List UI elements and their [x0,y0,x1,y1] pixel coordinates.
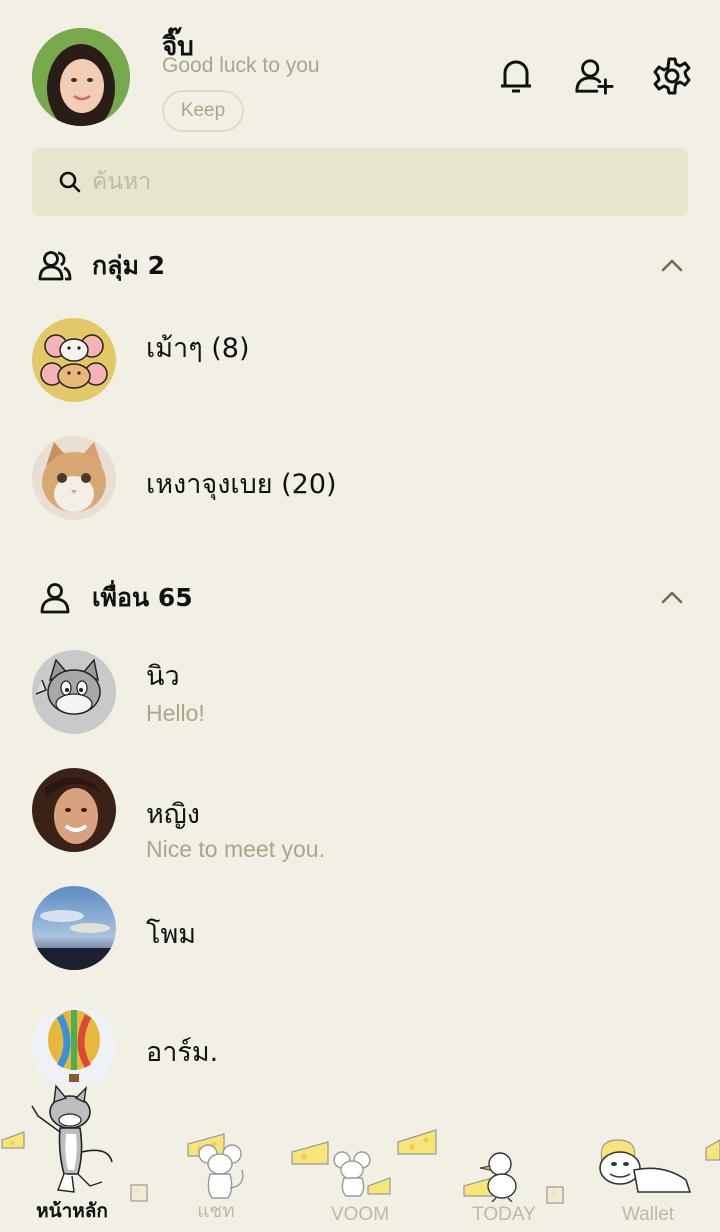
settings-icon[interactable] [652,56,692,96]
friend-avatar [32,768,116,852]
duck-character [463,1152,517,1202]
groups-title: กลุ่ม 2 [92,251,166,280]
bell-icon[interactable] [496,56,536,96]
nav-voom[interactable]: VOOM [288,1204,432,1226]
nav-wallet[interactable]: Wallet [576,1204,720,1226]
bottom-navigation: หน้าหลัก แชท VOOM TODAY Wallet [0,1084,720,1232]
friend-row-pom[interactable]: โพม [32,886,688,982]
cheese-decoration [705,1139,720,1161]
keep-button[interactable]: Keep [162,90,244,132]
jerry-mouse-character [198,1144,244,1199]
profile-header: จิ๊บ Good luck to you Keep [32,26,692,136]
search-icon [59,171,81,193]
friend-avatar [32,886,116,970]
friend-icon [40,583,70,614]
group-icon [38,251,72,281]
friend-status-message: Nice to meet you. [146,836,325,862]
friend-status-message: Hello! [146,700,205,726]
friend-name: หญิง [146,799,200,830]
group-row-mice[interactable]: เม้าๆ (8) [32,318,688,414]
mouse-with-cheese-character [333,1151,391,1197]
friend-name: อาร์ม. [146,1037,219,1068]
chevron-up-icon[interactable] [656,582,688,614]
search-input[interactable]: ค้นหา [92,164,151,200]
cheese-decoration [291,1141,329,1165]
nav-home[interactable]: หน้าหลัก [0,1196,144,1226]
group-name: เม้าๆ (8) [146,333,250,364]
cheese-decoration [546,1186,564,1204]
profile-status: Good luck to you [162,54,320,77]
header-actions [496,56,692,96]
nav-today[interactable]: TODAY [432,1204,576,1226]
group-avatar [32,436,116,520]
search-bar[interactable]: ค้นหา [32,148,688,216]
add-friend-icon[interactable] [574,56,614,96]
bulldog-character [599,1139,692,1193]
chevron-up-icon[interactable] [656,250,688,282]
friend-name: นิว [146,661,180,692]
profile-avatar[interactable] [32,28,130,126]
friend-row-ying[interactable]: หญิง Nice to meet you. [32,768,688,864]
friends-section-header[interactable]: เพื่อน 65 [38,578,688,618]
friend-avatar [32,650,116,734]
group-row-lonely[interactable]: เหงาจุงเบย (20) [32,436,688,532]
nav-chat[interactable]: แชท [144,1196,288,1226]
group-name: เหงาจุงเบย (20) [146,469,337,500]
groups-section-header[interactable]: กลุ่ม 2 [38,246,688,286]
friend-name: โพม [146,919,197,950]
tom-cat-character [31,1084,113,1193]
cheese-decoration [397,1129,437,1155]
friend-row-new[interactable]: นิว Hello! [32,650,688,746]
group-avatar [32,318,116,402]
friends-title: เพื่อน 65 [92,583,193,612]
friend-avatar [32,1004,116,1088]
friend-row-arm[interactable]: อาร์ม. [32,1004,688,1100]
